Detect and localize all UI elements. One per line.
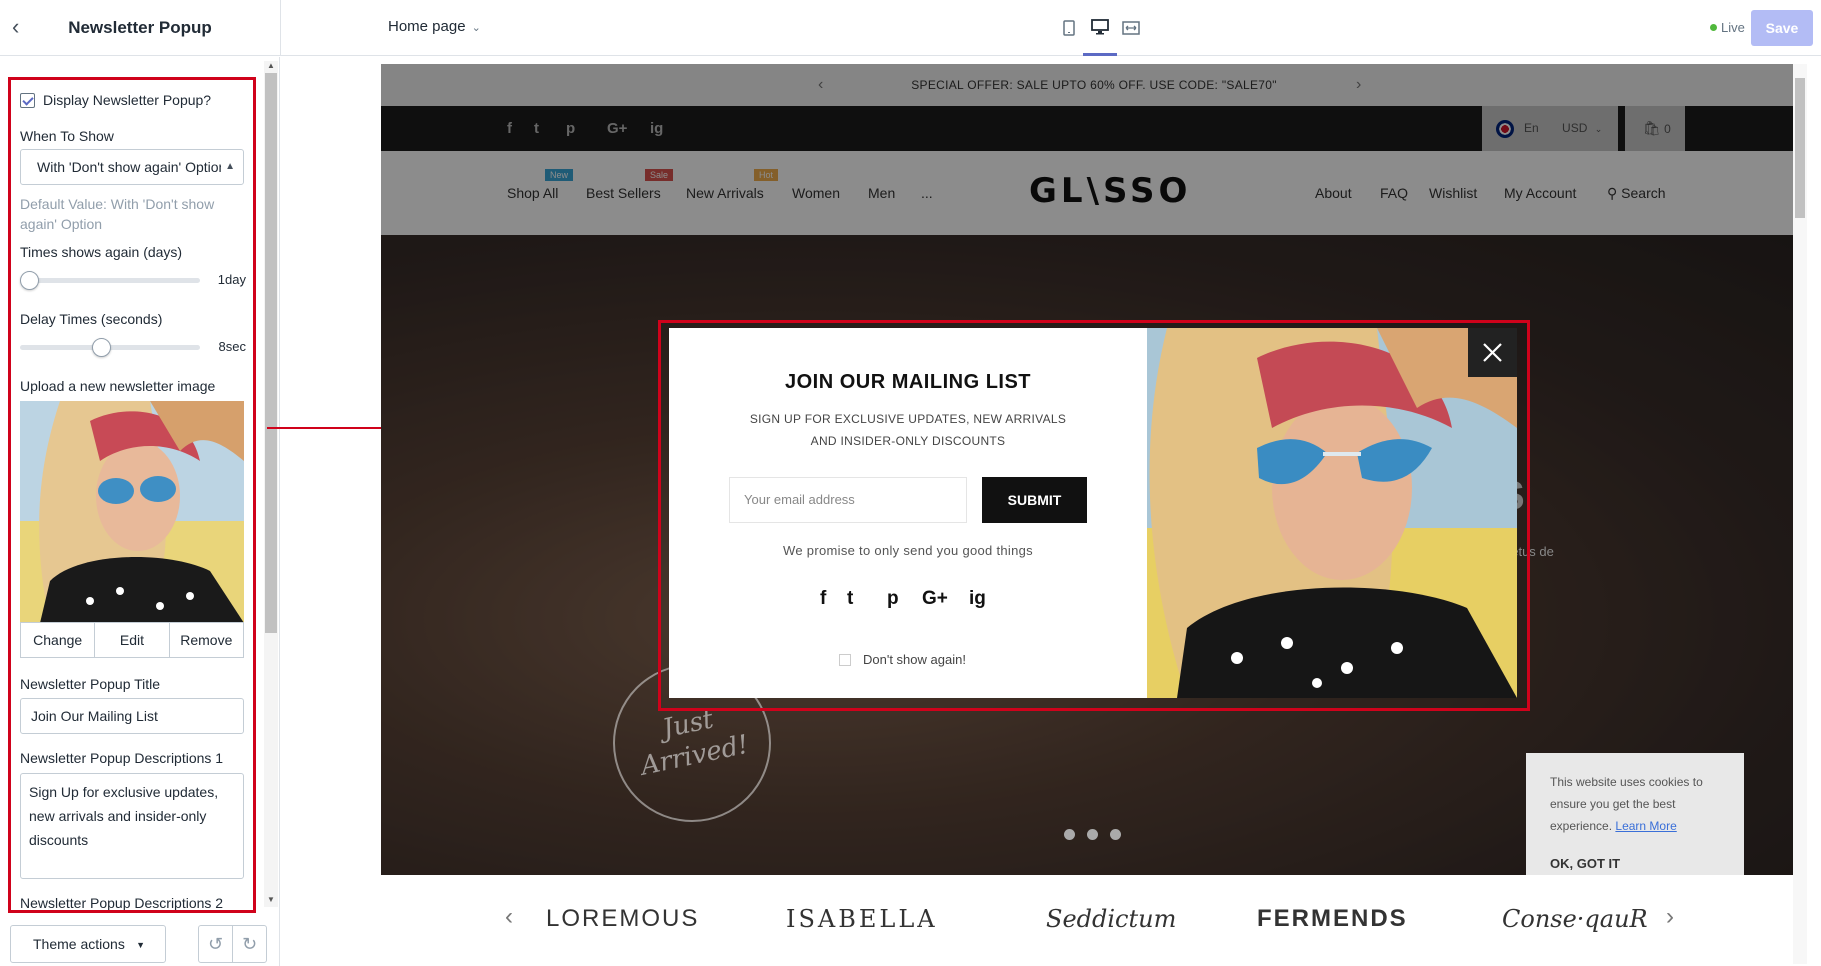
brand-carousel: ‹ LOREMOUS ISABELLA Seddictum FERMENDS C…	[381, 875, 1807, 964]
sidebar-footer: Theme actions ▼ ↺ ↻	[0, 917, 280, 966]
delay-slider[interactable]: 8sec	[20, 337, 246, 357]
desc1-textarea[interactable]: Sign Up for exclusive updates, new arriv…	[20, 773, 244, 879]
checkbox-checked-icon[interactable]	[20, 93, 35, 108]
mobile-view-icon[interactable]	[1052, 14, 1086, 42]
desc2-label: Newsletter Popup Descriptions 2	[20, 895, 224, 911]
live-label: Live	[1721, 20, 1745, 35]
brand-logo[interactable]: FERMENDS	[1257, 905, 1408, 933]
cookie-accept-button[interactable]: OK, GOT IT	[1550, 853, 1720, 875]
times-slider[interactable]: 1day	[20, 270, 246, 290]
brands-next-icon[interactable]: ›	[1666, 903, 1674, 931]
instagram-icon[interactable]: ig	[969, 588, 986, 610]
times-label: Times shows again (days)	[20, 244, 183, 260]
theme-actions-button[interactable]: Theme actions ▼	[10, 925, 166, 963]
newsletter-image-preview	[20, 401, 244, 623]
theme-actions-label: Theme actions	[33, 936, 125, 952]
pinterest-icon[interactable]: p	[887, 588, 899, 610]
brand-logo[interactable]: ISABELLA	[786, 905, 938, 933]
editor-topbar: ‹ Newsletter Popup Home page ⌄ Live Save	[0, 0, 1821, 56]
highlight-frame: Display Newsletter Popup? When To Show W…	[8, 77, 256, 913]
popup-title-label: Newsletter Popup Title	[20, 676, 161, 692]
edit-image-button[interactable]: Edit	[95, 623, 170, 657]
close-icon[interactable]	[1468, 328, 1517, 377]
page-selector[interactable]: Home page ⌄	[388, 18, 481, 35]
slide-dot[interactable]	[1110, 829, 1121, 840]
desc1-label: Newsletter Popup Descriptions 1	[20, 750, 224, 766]
slide-dots	[1064, 827, 1133, 845]
when-to-show-select[interactable]: With 'Don't show again' Option ▲	[20, 149, 244, 185]
when-to-show-help: Default Value: With 'Don't show again' O…	[20, 196, 215, 232]
googleplus-icon[interactable]: G+	[922, 588, 948, 610]
chevron-down-icon: ⌄	[471, 22, 481, 34]
twitter-icon[interactable]: t	[847, 588, 853, 610]
slide-dot[interactable]	[1087, 829, 1098, 840]
popup-promise: We promise to only send you good things	[783, 543, 1033, 558]
fullwidth-view-icon[interactable]	[1114, 14, 1148, 42]
remove-image-button[interactable]: Remove	[170, 623, 243, 657]
brand-logo[interactable]: Seddictum	[1046, 905, 1176, 933]
scroll-down-icon[interactable]: ▼	[267, 895, 275, 904]
brand-logo[interactable]: Conse·qauR	[1502, 905, 1648, 933]
dont-show-again-checkbox[interactable]: Don't show again!	[839, 652, 966, 667]
redo-icon[interactable]: ↻	[232, 925, 267, 963]
display-popup-label: Display Newsletter Popup?	[43, 92, 212, 108]
when-to-show-label: When To Show	[20, 128, 114, 144]
slider-track[interactable]	[20, 278, 200, 283]
upload-label: Upload a new newsletter image	[20, 378, 216, 394]
checkbox-icon[interactable]	[839, 654, 851, 666]
slider-handle[interactable]	[20, 271, 39, 290]
preview-scrollbar[interactable]	[1793, 64, 1807, 964]
email-input[interactable]: Your email address	[729, 477, 967, 523]
save-button[interactable]: Save	[1751, 10, 1813, 46]
delay-value: 8sec	[218, 339, 246, 354]
slide-dot[interactable]	[1064, 829, 1075, 840]
popup-description: SIGN UP FOR EXCLUSIVE UPDATES, NEW ARRIV…	[749, 412, 1067, 448]
delay-label: Delay Times (seconds)	[20, 311, 163, 327]
sidebar-scrollbar[interactable]: ▲ ▼	[264, 61, 278, 907]
times-value: 1day	[217, 272, 246, 287]
page-selector-label: Home page	[388, 18, 466, 35]
popup-title-input[interactable]: Join Our Mailing List	[20, 698, 244, 734]
popup-content: JOIN OUR MAILING LIST SIGN UP FOR EXCLUS…	[669, 328, 1147, 698]
brand-logo[interactable]: LOREMOUS	[546, 905, 699, 933]
facebook-icon[interactable]: f	[820, 588, 826, 610]
popup-image	[1147, 328, 1517, 698]
live-dot-icon	[1710, 24, 1717, 31]
scrollbar-thumb[interactable]	[1795, 78, 1805, 218]
live-status: Live	[1710, 20, 1745, 35]
dont-show-again-label: Don't show again!	[863, 652, 966, 667]
desktop-view-icon[interactable]	[1083, 14, 1117, 56]
select-arrows-icon: ▲	[221, 150, 235, 184]
display-popup-checkbox[interactable]: Display Newsletter Popup?	[20, 92, 211, 108]
section-title: Newsletter Popup	[68, 18, 212, 37]
slider-handle[interactable]	[92, 338, 112, 357]
undo-icon[interactable]: ↺	[198, 925, 233, 963]
when-to-show-value: With 'Don't show again' Option	[37, 159, 227, 175]
submit-button[interactable]: SUBMIT	[982, 477, 1087, 523]
brands-prev-icon[interactable]: ‹	[505, 903, 513, 931]
caret-down-icon: ▼	[136, 940, 145, 950]
scrollbar-thumb[interactable]	[265, 73, 277, 633]
divider	[280, 0, 281, 56]
change-image-button[interactable]: Change	[21, 623, 96, 657]
image-actions: Change Edit Remove	[20, 622, 244, 658]
cookie-learn-more-link[interactable]: Learn More	[1615, 819, 1676, 833]
settings-sidebar: Display Newsletter Popup? When To Show W…	[0, 57, 280, 966]
popup-title: JOIN OUR MAILING LIST	[784, 371, 1032, 393]
newsletter-popup: JOIN OUR MAILING LIST SIGN UP FOR EXCLUS…	[669, 328, 1517, 698]
scroll-up-icon[interactable]: ▲	[267, 61, 275, 70]
